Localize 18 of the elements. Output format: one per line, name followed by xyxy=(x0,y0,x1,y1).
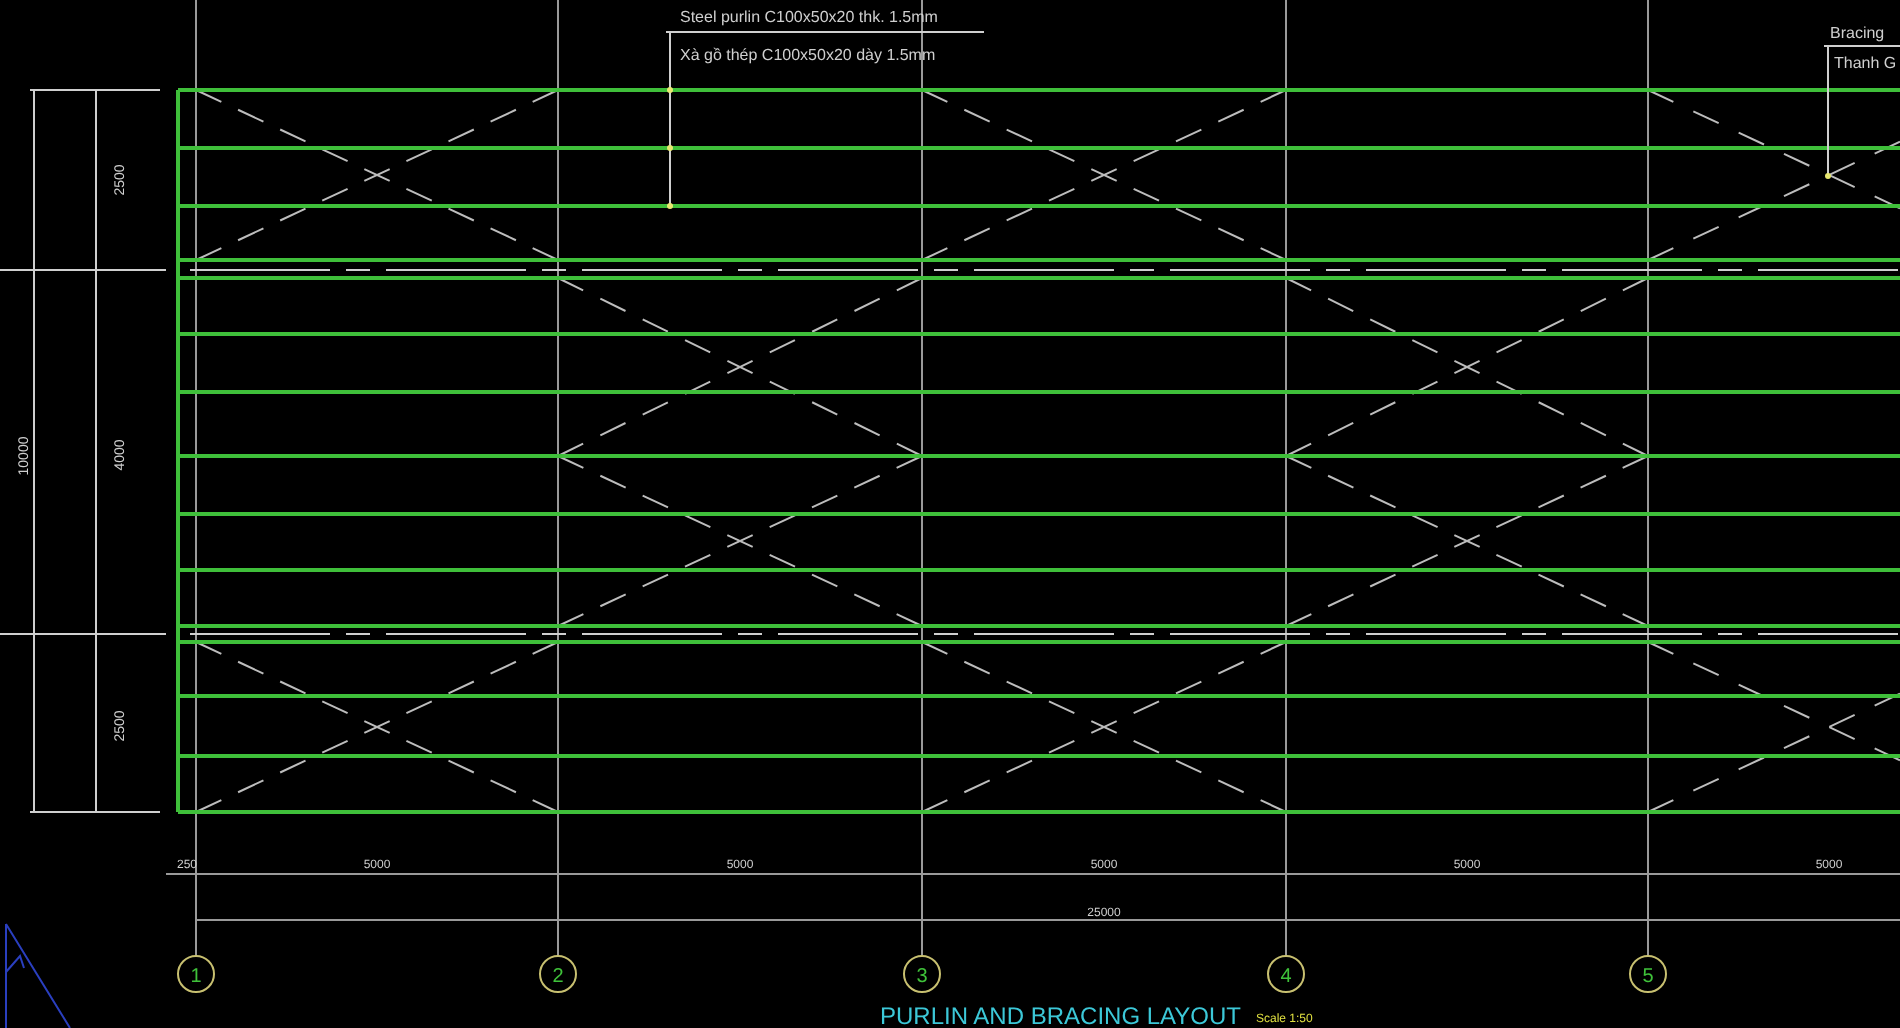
annotation-text: Bracing xyxy=(1830,24,1885,42)
leader-dot xyxy=(667,203,673,209)
drawing-title: PURLIN AND BRACING LAYOUT xyxy=(880,1002,1241,1028)
grid-label: 4 xyxy=(1280,966,1292,988)
grid-bubble xyxy=(177,955,215,993)
grid-label: 3 xyxy=(916,966,928,988)
grid-bubble xyxy=(1267,955,1305,993)
leader-dot xyxy=(667,87,673,93)
grid-bubble xyxy=(903,955,941,993)
grid-bubble xyxy=(1629,955,1667,993)
leader-dot xyxy=(1825,173,1831,179)
leader-dot xyxy=(667,145,673,151)
grid-label: 1 xyxy=(190,966,202,988)
line-drawing xyxy=(5,923,71,1028)
grid-label: 2 xyxy=(552,966,564,988)
grid-label: 5 xyxy=(1642,966,1654,988)
annotation-text: Thanh G xyxy=(1834,54,1897,72)
grid-bubble xyxy=(539,955,577,993)
